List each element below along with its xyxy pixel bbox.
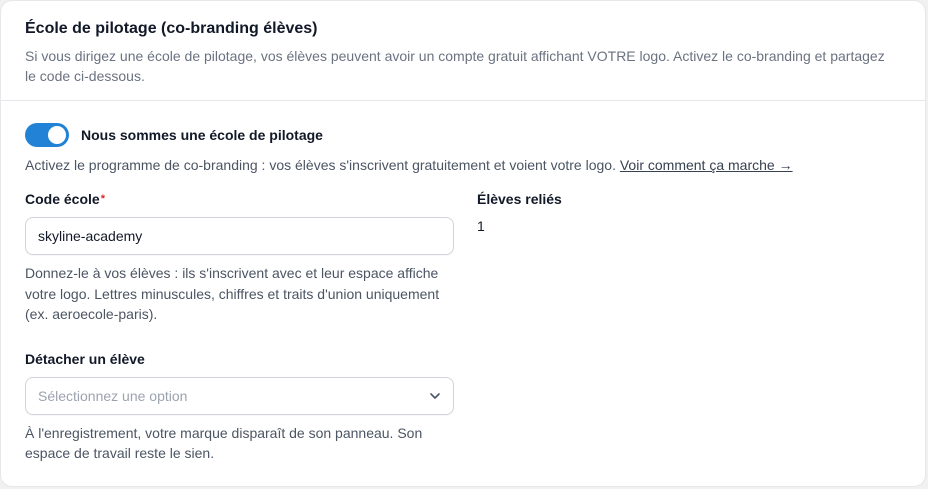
detach-student-help: À l'enregistrement, votre marque dispara… bbox=[25, 424, 423, 462]
card-body: Nous sommes une école de pilotage Active… bbox=[1, 101, 925, 464]
cobranding-description: Activez le programme de co-branding : vo… bbox=[25, 155, 901, 175]
school-code-label-text: Code école bbox=[25, 191, 100, 207]
how-it-works-link[interactable]: Voir comment ça marche → bbox=[620, 157, 793, 173]
detach-student-select[interactable]: Sélectionnez une option bbox=[25, 376, 454, 415]
cobranding-card: École de pilotage (co-branding élèves) S… bbox=[0, 0, 926, 487]
school-code-help: Donnez-le à vos élèves : ils s'inscriven… bbox=[25, 265, 440, 322]
card-header: École de pilotage (co-branding élèves) S… bbox=[1, 1, 925, 101]
linked-students-count: 1 bbox=[477, 218, 485, 234]
flight-school-toggle[interactable] bbox=[25, 123, 69, 147]
section-subtitle: Si vous dirigez une école de pilotage, v… bbox=[25, 48, 885, 84]
toggle-knob bbox=[48, 126, 66, 144]
detach-student-label: Détacher un élève bbox=[25, 350, 145, 367]
form-columns: Code école* skyline-academy Donnez-le à … bbox=[25, 189, 901, 464]
select-placeholder: Sélectionnez une option bbox=[38, 387, 188, 404]
left-column: Code école* skyline-academy Donnez-le à … bbox=[25, 189, 454, 464]
school-code-label: Code école* bbox=[25, 189, 454, 209]
section-title: École de pilotage (co-branding élèves) bbox=[25, 20, 318, 37]
flight-school-toggle-row: Nous sommes une école de pilotage bbox=[25, 123, 901, 147]
linked-students-label: Élèves reliés bbox=[477, 191, 562, 207]
school-code-input[interactable]: skyline-academy bbox=[25, 217, 454, 255]
description-text: Activez le programme de co-branding : vo… bbox=[25, 157, 620, 173]
chevron-down-icon bbox=[430, 392, 440, 399]
required-asterisk: * bbox=[100, 193, 105, 205]
toggle-label: Nous sommes une école de pilotage bbox=[81, 127, 323, 143]
right-column: Élèves reliés 1 bbox=[477, 189, 562, 464]
